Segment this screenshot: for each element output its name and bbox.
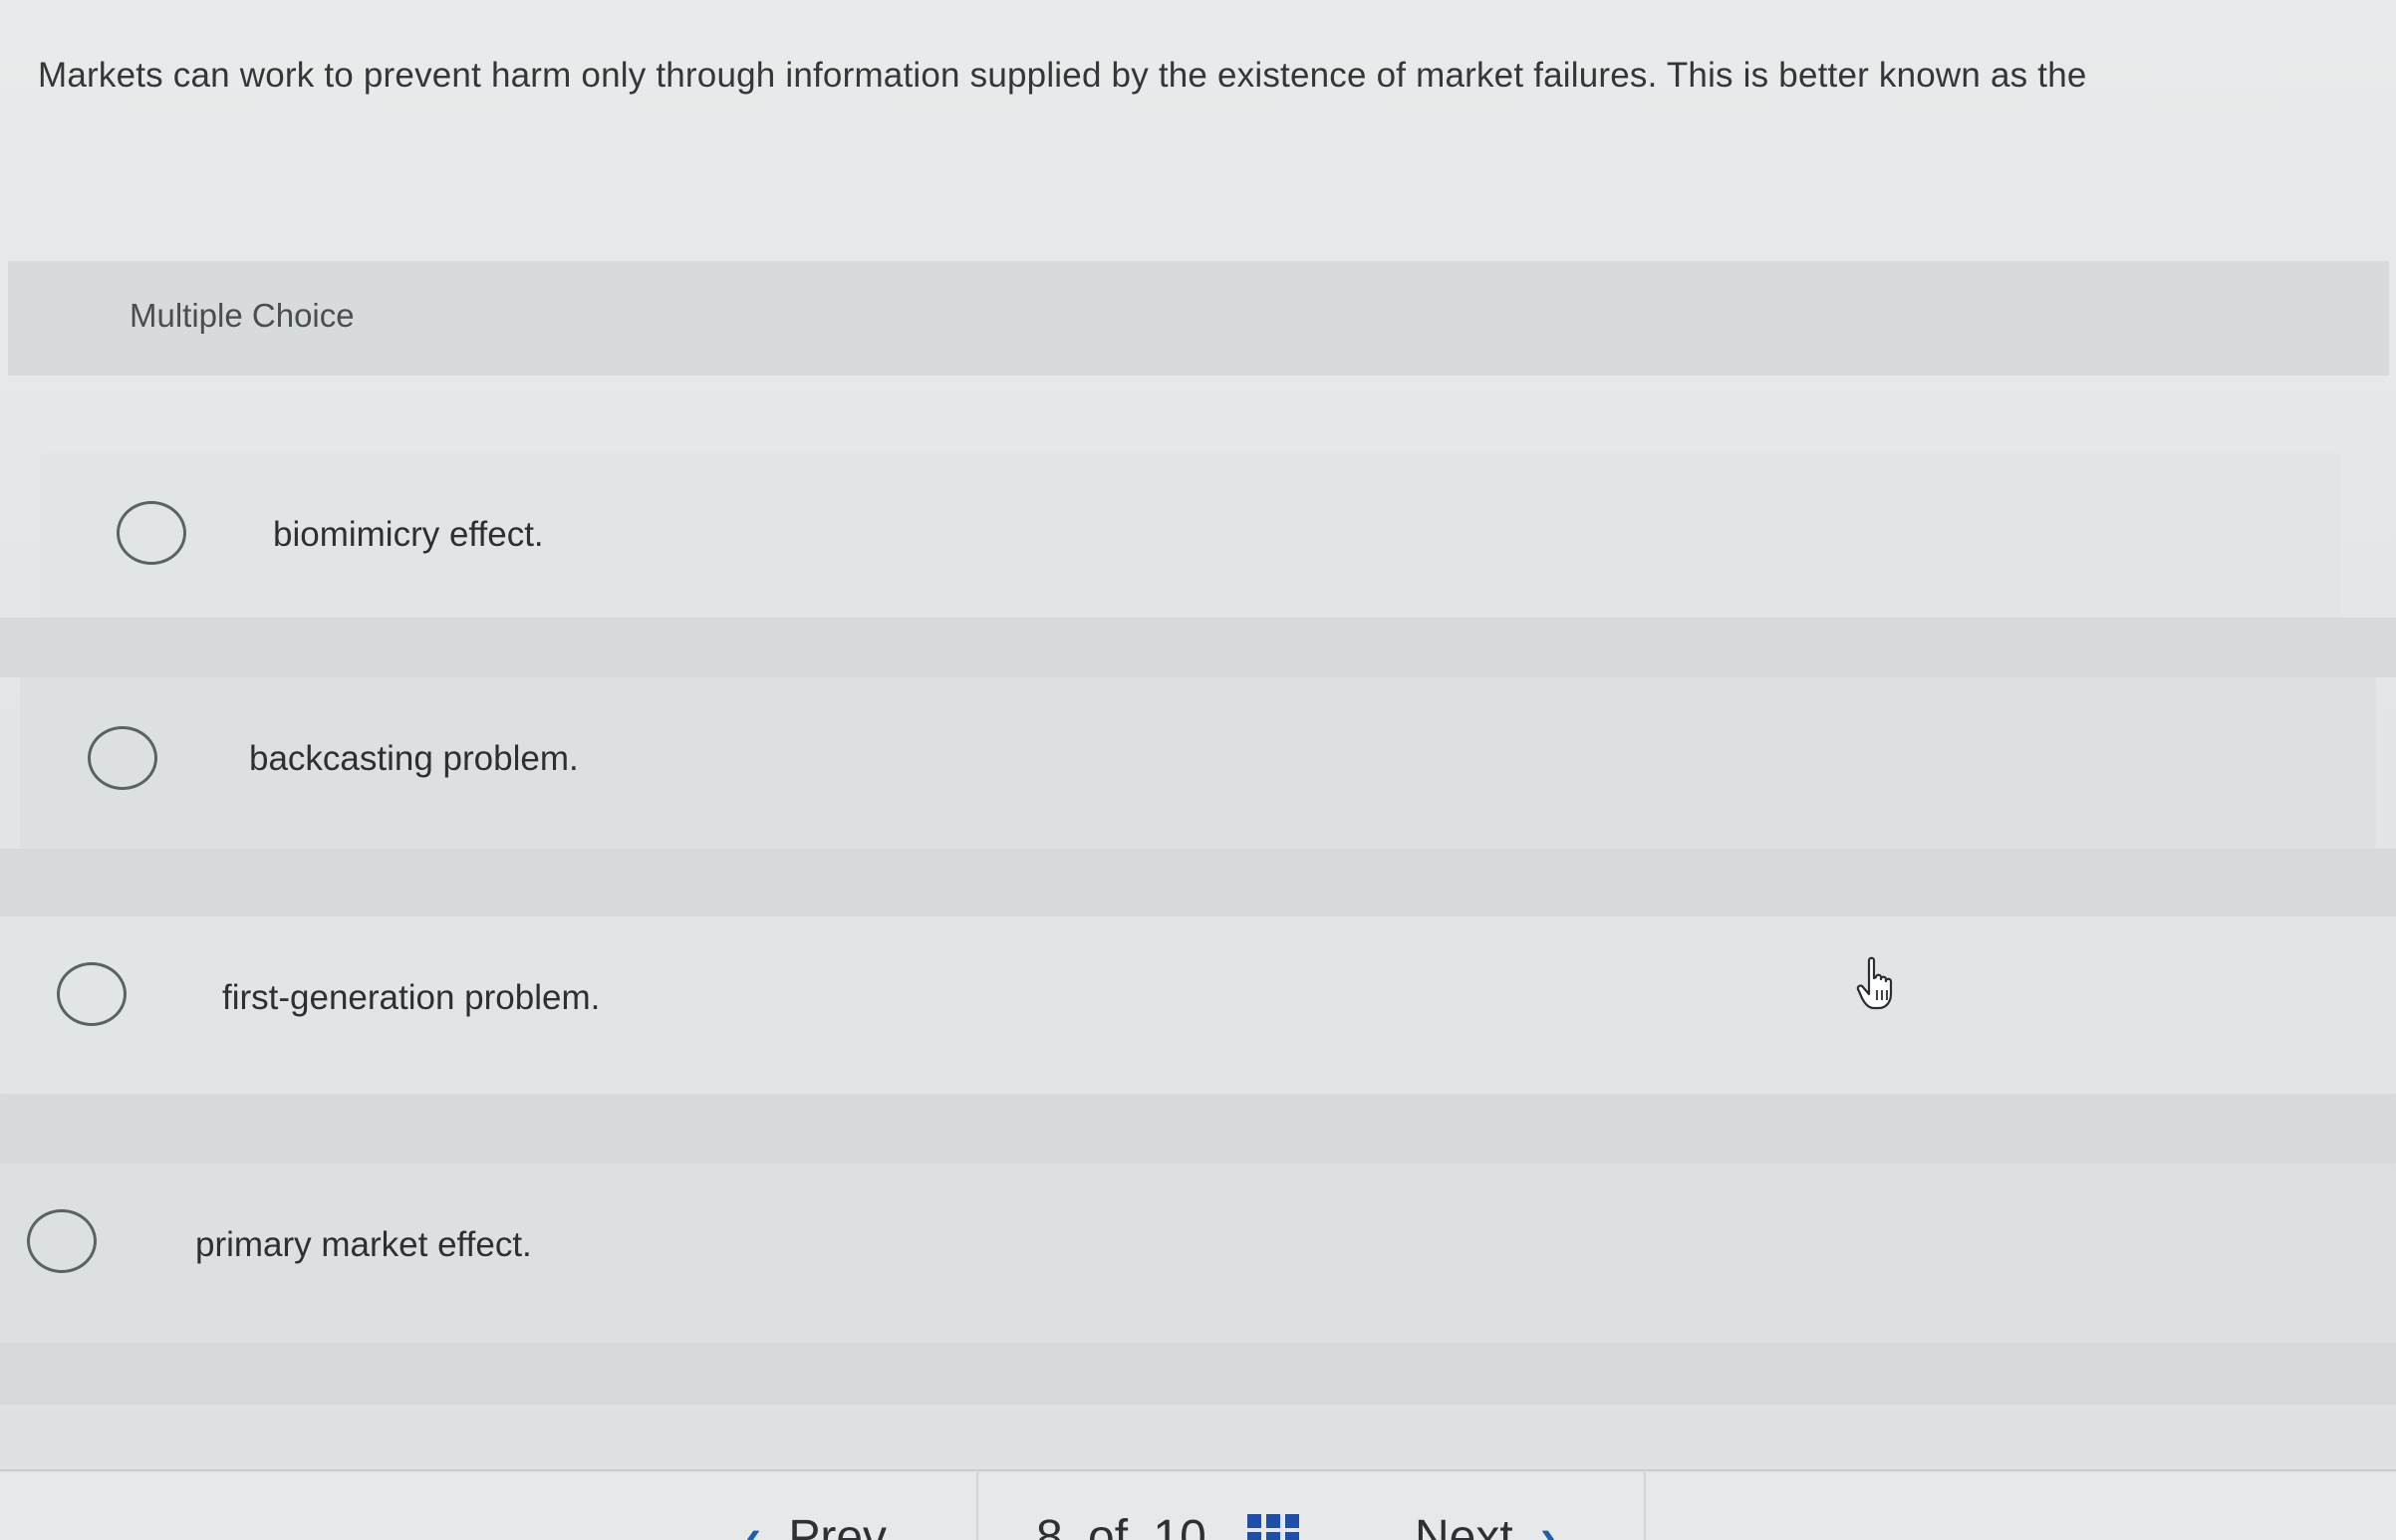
hand-pointer-cursor-icon xyxy=(1856,956,1893,1010)
radio-button-option-3[interactable] xyxy=(57,962,127,1026)
page-indicator: 8 of 10 xyxy=(1036,1514,1206,1540)
option-1-label: biomimicry effect. xyxy=(273,515,544,554)
option-3-label: first-generation problem. xyxy=(222,978,601,1017)
chevron-right-icon: › xyxy=(1540,1511,1557,1540)
page-total: 10 xyxy=(1153,1511,1206,1540)
option-separator xyxy=(0,1094,2396,1163)
option-separator xyxy=(0,618,2396,677)
option-separator xyxy=(0,1343,2396,1405)
question-text: Markets can work to prevent harm only th… xyxy=(38,56,2087,95)
answer-option-4[interactable]: primary market effect. xyxy=(0,1163,2396,1343)
question-navigation-bar: ‹ Prev 8 of 10 Next › xyxy=(0,1472,2396,1540)
option-separator xyxy=(0,849,2396,916)
option-2-label: backcasting problem. xyxy=(249,739,579,778)
footer-separator xyxy=(976,1472,978,1540)
option-4-label: primary market effect. xyxy=(195,1225,532,1264)
prev-button[interactable]: ‹ Prev xyxy=(745,1514,887,1540)
quiz-page: Markets can work to prevent harm only th… xyxy=(0,0,2396,1540)
radio-button-option-1[interactable] xyxy=(117,501,186,565)
answer-type-label: Multiple Choice xyxy=(130,297,355,334)
page-current: 8 xyxy=(1036,1511,1063,1540)
prev-button-label: Prev xyxy=(788,1511,888,1540)
answer-option-1[interactable]: biomimicry effect. xyxy=(40,453,2341,618)
answer-option-2[interactable]: backcasting problem. xyxy=(20,677,2376,849)
radio-button-option-2[interactable] xyxy=(88,726,157,790)
next-button-label: Next xyxy=(1415,1511,1513,1540)
footer-divider-line xyxy=(0,1469,2396,1471)
answer-type-header: Multiple Choice xyxy=(8,261,2389,376)
next-button[interactable]: Next › xyxy=(1415,1514,1556,1540)
question-grid-icon[interactable] xyxy=(1247,1514,1301,1540)
answer-option-3[interactable]: first-generation problem. xyxy=(0,916,2396,1094)
chevron-left-icon: ‹ xyxy=(745,1511,761,1540)
radio-button-option-4[interactable] xyxy=(27,1209,97,1273)
page-of: of xyxy=(1088,1511,1129,1540)
footer-separator xyxy=(1644,1472,1646,1540)
